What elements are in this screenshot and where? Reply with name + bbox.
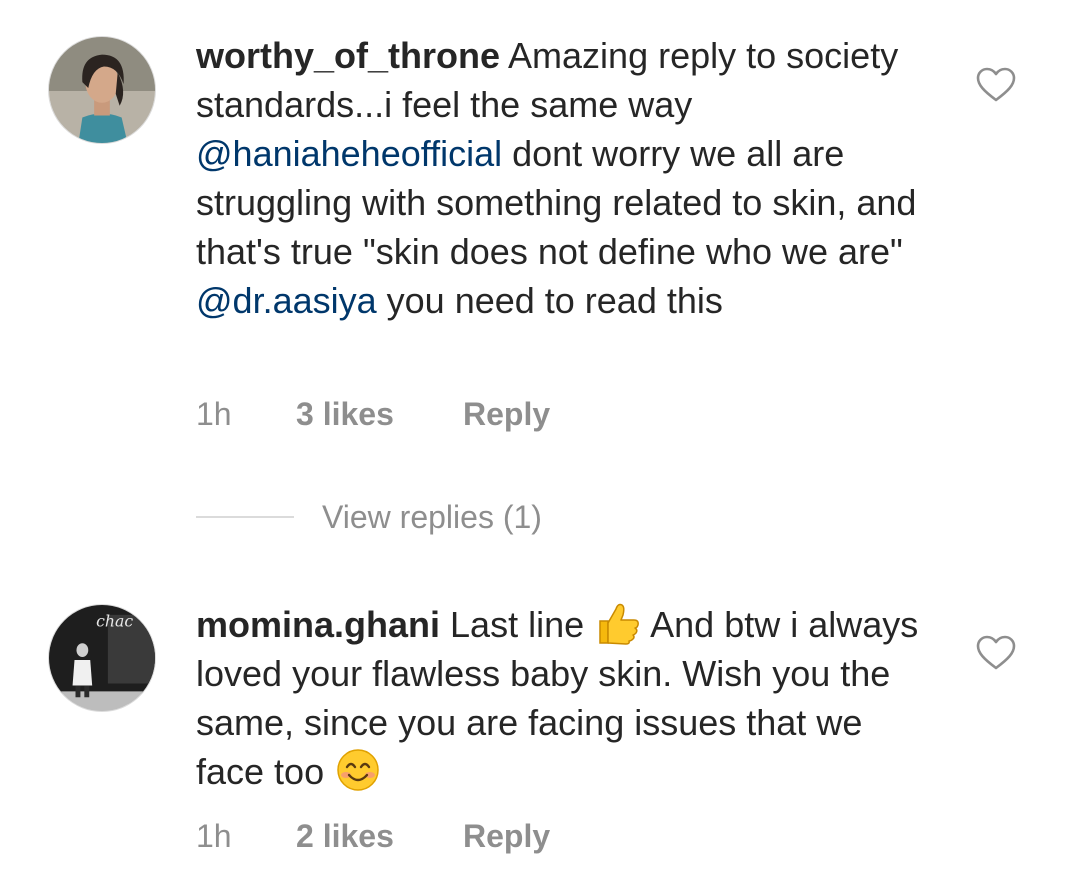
comment-text: worthy_of_throne Amazing reply to societ… xyxy=(196,31,936,325)
like-heart-icon[interactable] xyxy=(976,635,1016,671)
view-replies-label: View replies (1) xyxy=(322,498,542,535)
comment-likes[interactable]: 2 likes xyxy=(296,818,463,855)
reply-button[interactable]: Reply xyxy=(463,396,550,433)
user-avatar[interactable]: chac xyxy=(48,604,156,712)
comment-likes[interactable]: 3 likes xyxy=(296,396,463,433)
comment-text-segment: Last line xyxy=(440,604,595,645)
comment-text-segment: you need to read this xyxy=(376,280,723,321)
comment-meta: 1h 3 likes Reply xyxy=(196,394,550,434)
thumbs-up-emoji-icon xyxy=(594,601,642,645)
comment-username[interactable]: momina.ghani xyxy=(196,604,440,645)
user-avatar[interactable] xyxy=(48,36,156,144)
like-heart-icon[interactable] xyxy=(976,67,1016,103)
comment-username[interactable]: worthy_of_throne xyxy=(196,35,500,76)
comment-time: 1h xyxy=(196,395,232,432)
comment-text: momina.ghani Last line And btw i always … xyxy=(196,600,936,796)
mention-link[interactable]: @dr.aasiya xyxy=(196,280,377,321)
comment-meta: 1h 2 likes Reply xyxy=(196,816,550,856)
profile-photo-icon: chac xyxy=(49,605,155,711)
comment-time: 1h xyxy=(196,817,232,854)
smiling-face-emoji-icon xyxy=(334,748,382,792)
replies-divider xyxy=(196,516,294,518)
profile-photo-icon xyxy=(49,37,155,143)
svg-text:chac: chac xyxy=(96,612,133,631)
mention-link[interactable]: @haniaheheofficial xyxy=(196,133,502,174)
view-replies-button[interactable]: View replies (1) xyxy=(196,497,542,537)
reply-button[interactable]: Reply xyxy=(463,818,550,855)
